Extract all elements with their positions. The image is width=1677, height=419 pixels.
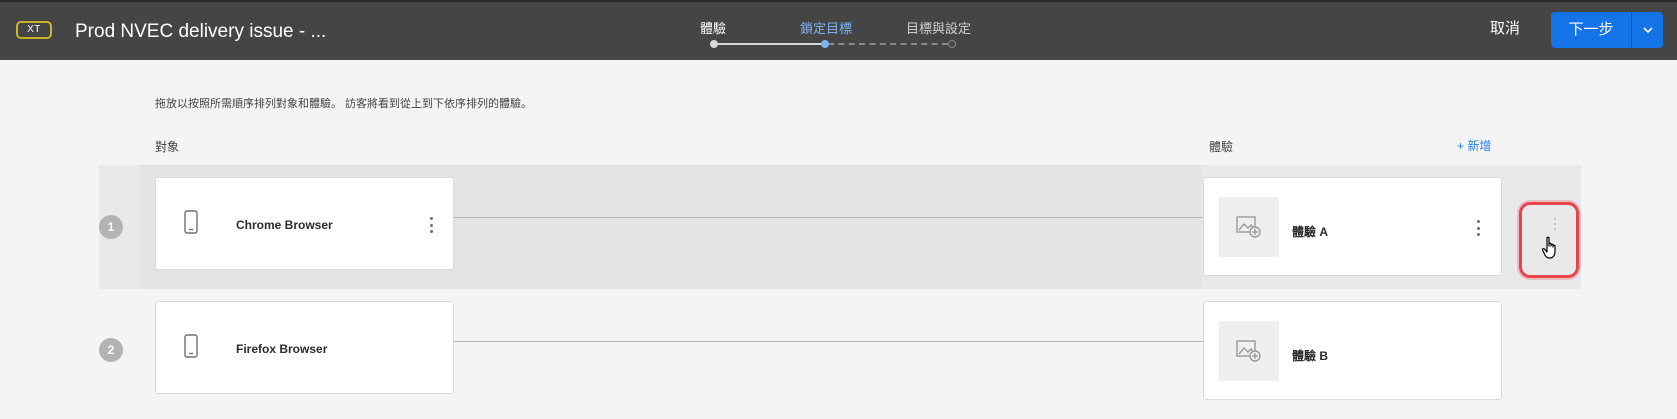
experience-card-b[interactable]: 體驗 B xyxy=(1203,301,1502,400)
drag-handle-icon[interactable] xyxy=(1553,218,1557,230)
chevron-down-icon xyxy=(1642,27,1653,33)
step-goals-settings[interactable]: 目標與設定 xyxy=(906,18,971,37)
audience-name: Firefox Browser xyxy=(236,342,328,356)
next-button[interactable]: 下一步 xyxy=(1551,12,1631,48)
image-add-icon xyxy=(1236,216,1261,238)
step-remaining-line xyxy=(828,43,948,45)
audience-card-firefox[interactable]: Firefox Browser xyxy=(155,301,454,394)
next-options-button[interactable] xyxy=(1632,12,1663,48)
image-add-icon xyxy=(1236,340,1261,362)
experience-card-a[interactable]: 體驗 A xyxy=(1203,177,1502,276)
activity-title[interactable]: Prod NVEC delivery issue - ... xyxy=(75,20,326,44)
experience-column-label: 體驗 xyxy=(1209,140,1234,154)
top-bar: XT Prod NVEC delivery issue - ... 體驗 鎖定目… xyxy=(0,0,1677,60)
step-experiences[interactable]: 體驗 xyxy=(700,18,726,37)
audience-name: Chrome Browser xyxy=(236,218,333,232)
row-number-1: 1 xyxy=(99,215,123,239)
experience-thumbnail xyxy=(1219,197,1279,257)
row-1-connector xyxy=(453,217,1204,218)
experience-name: 體驗 A xyxy=(1292,225,1329,239)
mobile-device-icon xyxy=(184,210,198,234)
audience-column-label: 對象 xyxy=(155,140,180,154)
activity-type-badge: XT xyxy=(16,21,52,39)
hand-pointer-cursor xyxy=(1541,236,1556,259)
cancel-button[interactable]: 取消 xyxy=(1490,19,1520,39)
step-dot-done xyxy=(710,40,718,48)
instruction-text: 拖放以按照所需順序排列對象和體驗。 訪客將看到從上到下依序排列的體驗。 xyxy=(155,98,533,110)
experience-thumbnail xyxy=(1219,321,1279,381)
more-vertical-icon[interactable] xyxy=(1473,220,1483,236)
step-targeting[interactable]: 鎖定目標 xyxy=(800,18,852,37)
experience-name: 體驗 B xyxy=(1292,349,1329,363)
mobile-device-icon xyxy=(184,334,198,358)
audience-card-chrome[interactable]: Chrome Browser xyxy=(155,177,454,270)
more-vertical-icon[interactable] xyxy=(426,217,436,233)
add-experience-link[interactable]: + 新增 xyxy=(1457,137,1491,154)
row-number-2: 2 xyxy=(99,338,123,362)
step-dot-future xyxy=(948,40,956,48)
header-top-border xyxy=(0,0,1677,2)
workflow-stepper: 體驗 鎖定目標 目標與設定 xyxy=(700,12,1000,52)
step-progress-line xyxy=(714,43,822,45)
row-2-connector xyxy=(453,341,1204,342)
step-dot-active xyxy=(821,40,829,48)
